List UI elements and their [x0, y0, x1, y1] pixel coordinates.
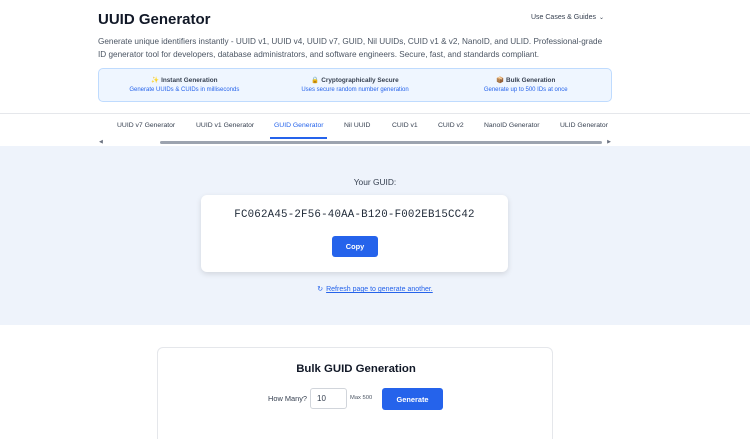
tab-uuid-v7[interactable]: UUID v7 Generator: [117, 122, 175, 129]
your-guid-label: Your GUID:: [353, 177, 397, 187]
tab-bar: UUID v7 Generator UUID v1 Generator GUID…: [0, 113, 750, 146]
use-cases-menu-button[interactable]: Use Cases & Guides ⌄: [531, 14, 604, 21]
bulk-generation-card: Bulk GUID Generation How Many? Max 500 G…: [157, 347, 553, 439]
refresh-link[interactable]: Refresh page to generate another.: [326, 286, 433, 293]
lock-icon: 🔒: [311, 77, 320, 84]
scrollbar-thumb[interactable]: [160, 141, 602, 144]
copy-button[interactable]: Copy: [332, 236, 378, 257]
scroll-right-arrow-icon[interactable]: ▶: [607, 139, 611, 145]
tab-ulid[interactable]: ULID Generator: [560, 122, 608, 129]
chevron-down-icon: ⌄: [598, 15, 604, 21]
tab-list: UUID v7 Generator UUID v1 Generator GUID…: [0, 114, 750, 139]
feature-title: Instant Generation: [161, 77, 218, 84]
tab-nanoid[interactable]: NanoID Generator: [484, 122, 540, 129]
scroll-left-arrow-icon[interactable]: ◀: [99, 139, 103, 145]
page-description: Generate unique identifiers instantly - …: [98, 37, 603, 59]
feature-bulk: 📦 Bulk Generation Generate up to 500 IDs …: [440, 69, 611, 101]
quantity-input[interactable]: [310, 388, 347, 409]
generate-button[interactable]: Generate: [382, 388, 443, 410]
bulk-title: Bulk GUID Generation: [296, 363, 416, 375]
max-label: Max 500: [350, 395, 373, 401]
guid-hero-section: Your GUID: FC062A45-2F56-40AA-B120-F002E…: [0, 146, 750, 325]
feature-subtitle: Uses secure random number generation: [301, 87, 409, 93]
refresh-hint: ↻ Refresh page to generate another.: [0, 285, 750, 293]
feature-subtitle: Generate up to 500 IDs at once: [483, 87, 568, 93]
page-title: UUID Generator: [98, 11, 211, 28]
active-tab-indicator: [270, 137, 327, 139]
refresh-icon: ↻: [317, 286, 324, 293]
tab-nil-uuid[interactable]: Nil UUID: [344, 122, 370, 129]
guid-card: FC062A45-2F56-40AA-B120-F002EB15CC42 Cop…: [201, 195, 508, 272]
how-many-label: How Many?: [268, 394, 308, 403]
features-banner: ✨ Instant Generation Generate UUIDs & CUI…: [98, 68, 612, 102]
tab-uuid-v1[interactable]: UUID v1 Generator: [196, 122, 254, 129]
package-icon: 📦: [496, 77, 504, 84]
feature-title: Cryptographically Secure: [321, 77, 399, 84]
tab-guid[interactable]: GUID Generator: [274, 122, 323, 129]
feature-title: Bulk Generation: [505, 77, 556, 84]
feature-secure: 🔒 Cryptographically Secure Uses secure ra…: [270, 69, 441, 101]
tab-cuid-v2[interactable]: CUID v2: [438, 122, 464, 129]
feature-instant: ✨ Instant Generation Generate UUIDs & CUI…: [99, 69, 270, 101]
feature-subtitle: Generate UUIDs & CUIDs in milliseconds: [129, 87, 240, 93]
tab-scrollbar[interactable]: ◀ ▶: [98, 139, 612, 145]
tab-cuid-v1[interactable]: CUID v1: [392, 122, 418, 129]
guid-value[interactable]: FC062A45-2F56-40AA-B120-F002EB15CC42: [201, 209, 508, 221]
use-cases-menu-label: Use Cases & Guides: [530, 14, 596, 21]
sparkles-icon: ✨: [151, 77, 160, 84]
